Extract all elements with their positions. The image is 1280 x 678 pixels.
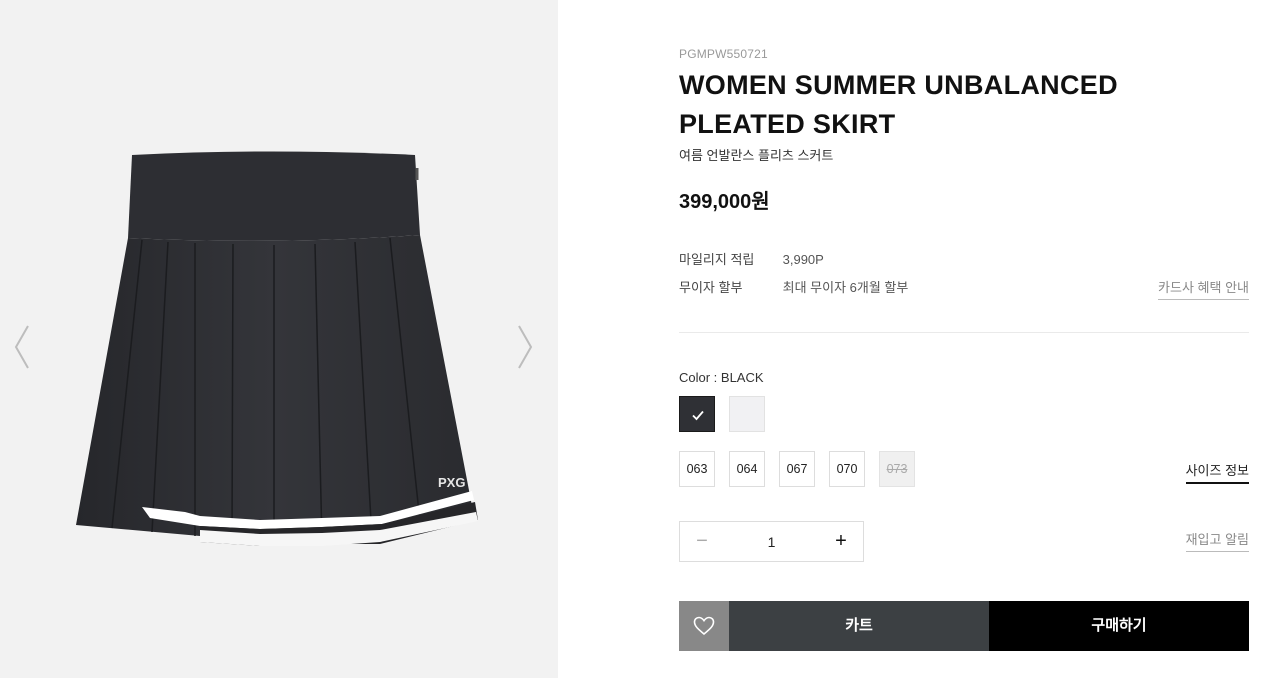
color-label: Color : BLACK: [679, 370, 764, 385]
installment-row: 무이자 할부 최대 무이자 6개월 할부: [679, 277, 908, 296]
quantity-decrease-button[interactable]: −: [680, 522, 724, 561]
gallery-prev-button[interactable]: [10, 322, 34, 372]
brand-logo: PXG: [438, 475, 465, 490]
quantity-input[interactable]: [724, 522, 819, 561]
mileage-value: 3,990P: [782, 252, 824, 267]
add-to-cart-button[interactable]: 카트: [729, 601, 989, 651]
product-subtitle: 여름 언발란스 플리츠 스커트: [679, 148, 834, 163]
gallery-next-button[interactable]: [513, 322, 537, 372]
product-price: 399,000원: [679, 191, 770, 213]
product-sku: PGMPW550721: [679, 47, 768, 61]
product-title: WOMEN SUMMER UNBALANCED PLEATED SKIRT: [679, 66, 1219, 144]
quantity-increase-button[interactable]: +: [819, 522, 863, 561]
product-title-line-2: PLEATED SKIRT: [679, 109, 896, 139]
wishlist-button[interactable]: [679, 601, 729, 651]
card-benefits-link[interactable]: 카드사 혜택 안내: [1158, 277, 1249, 300]
heart-icon: [693, 616, 715, 636]
size-option-064[interactable]: 064: [729, 451, 765, 487]
section-divider: [679, 332, 1249, 333]
mileage-label: 마일리지 적립: [679, 252, 755, 267]
installment-value: 최대 무이자 6개월 할부: [782, 280, 909, 295]
product-gallery: PXG: [0, 0, 558, 678]
color-swatch-black[interactable]: [679, 396, 715, 432]
check-icon: [692, 410, 704, 421]
size-option-067[interactable]: 067: [779, 451, 815, 487]
size-option-063[interactable]: 063: [679, 451, 715, 487]
chevron-right-icon: [518, 325, 533, 369]
mileage-row: 마일리지 적립 3,990P: [679, 249, 824, 268]
product-image: PXG: [60, 150, 490, 560]
restock-alert-link[interactable]: 재입고 알림: [1185, 529, 1249, 552]
size-info-link[interactable]: 사이즈 정보: [1185, 460, 1249, 484]
product-title-line-1: WOMEN SUMMER UNBALANCED: [679, 70, 1118, 100]
quantity-stepper: − +: [679, 521, 864, 562]
chevron-left-icon: [14, 325, 29, 369]
size-option-070[interactable]: 070: [829, 451, 865, 487]
size-option-073-soldout[interactable]: 073: [879, 451, 915, 487]
buy-now-button[interactable]: 구매하기: [989, 601, 1249, 651]
installment-label: 무이자 할부: [679, 280, 743, 295]
color-swatch-white[interactable]: [729, 396, 765, 432]
